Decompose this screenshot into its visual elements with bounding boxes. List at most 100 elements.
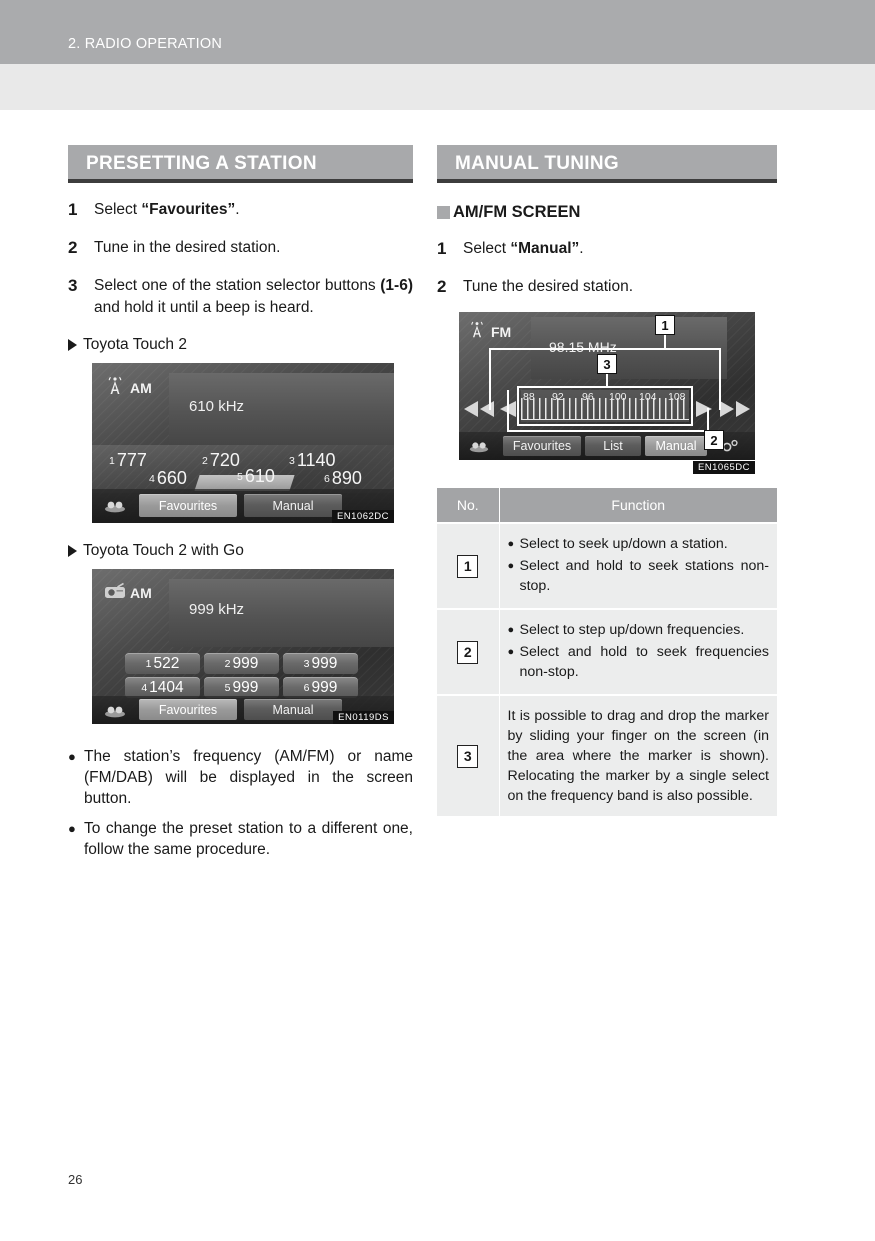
table-cell-function: It is possible to drag and drop the mark… — [499, 694, 777, 816]
step-up-arrow-icon[interactable] — [695, 400, 713, 423]
band-label: AM — [130, 585, 152, 601]
variant-label: Toyota Touch 2 — [83, 336, 187, 353]
preset-item[interactable]: 6 890 — [324, 468, 362, 489]
step-number: 3 — [68, 276, 78, 295]
tab-list[interactable]: List — [585, 436, 641, 456]
table-row: 2 ● Select to step up/down frequencies. … — [437, 608, 777, 695]
function-text: Select and hold to seek stations non-sto… — [519, 558, 770, 594]
left-column: PRESETTING A STATION 1 Select “Favourite… — [68, 145, 413, 860]
step-number: 1 — [68, 200, 78, 219]
callout-frame-2-left — [507, 390, 509, 432]
preset-button[interactable]: 5 999 — [204, 677, 279, 698]
preset-value: 999 — [311, 678, 338, 696]
page-header-band — [0, 0, 875, 64]
variant-heading-touch2-go: Toyota Touch 2 with Go — [68, 541, 413, 561]
preset-number: 5 — [224, 681, 231, 694]
preset-value: 999 — [232, 678, 259, 696]
sub-heading-amfm-screen: AM/FM SCREEN — [437, 203, 777, 222]
page-number: 26 — [68, 1172, 83, 1187]
tab-manual[interactable]: Manual — [244, 699, 342, 720]
figure-code: EN1062DC — [331, 510, 394, 523]
section-header-presetting: PRESETTING A STATION — [68, 145, 413, 183]
tab-favourites[interactable]: Favourites — [503, 436, 581, 456]
frequency-value: 98.15 MHz — [549, 339, 617, 355]
audio-source-icon[interactable] — [469, 438, 489, 453]
function-text: It is possible to drag and drop the mark… — [507, 708, 770, 804]
scale-baseline — [521, 418, 689, 420]
preset-button[interactable]: 1 522 — [125, 653, 200, 674]
square-bullet-icon — [437, 206, 450, 219]
preset-item[interactable]: 2 720 — [202, 450, 240, 471]
audio-source-icon[interactable] — [104, 702, 126, 718]
table-cell-no: 3 — [437, 694, 500, 816]
preset-number: 1 — [109, 455, 115, 467]
callout-box-1: 1 — [655, 315, 675, 335]
audio-source-icon[interactable] — [104, 497, 126, 513]
callout-frame-1-right — [719, 348, 721, 410]
frequency-band-scale[interactable]: 88 92 96 100 104 108 — [521, 390, 689, 422]
figure-code: EN1065DC — [692, 461, 755, 474]
table-row: 1 ● Select to seek up/down a station. ● … — [437, 522, 777, 609]
step-item: 1 Select “Manual”. — [437, 238, 777, 260]
bullet-icon: ● — [507, 624, 515, 636]
preset-number: 6 — [324, 473, 330, 485]
function-text: Select to step up/down frequencies. — [519, 622, 745, 638]
step-text-before: Tune the desired station. — [463, 278, 634, 295]
band-label: FM — [491, 324, 512, 340]
step-text-before: Select — [463, 240, 511, 257]
radio-icon — [104, 582, 126, 599]
step-text: Tune the desired station. — [463, 276, 777, 298]
callout-frame-2-right — [707, 408, 709, 432]
preset-item[interactable]: 4 660 — [149, 468, 187, 489]
preset-button[interactable]: 2 999 — [204, 653, 279, 674]
preset-number: 3 — [289, 455, 295, 467]
bullet-icon: ● — [507, 646, 515, 658]
step-item: 3 Select one of the station selector but… — [68, 275, 413, 319]
table-cell-no: 1 — [437, 522, 500, 609]
callout-box-3: 3 — [597, 354, 617, 374]
preset-number: 6 — [303, 681, 310, 694]
band-label: AM — [130, 380, 152, 396]
function-bullet: ● Select and hold to seek stations non-s… — [508, 556, 770, 596]
seek-up-arrow-icon[interactable] — [719, 400, 751, 423]
section-header-manual-tuning: MANUAL TUNING — [437, 145, 777, 183]
preset-button[interactable]: 6 999 — [283, 677, 358, 698]
note-item: ● The station’s frequency (AM/FM) or nam… — [68, 746, 413, 809]
triangle-bullet-icon — [68, 545, 77, 557]
callout-frame-2-bottom — [507, 430, 709, 432]
step-text-bold: (1-6) — [380, 277, 413, 294]
tab-favourites[interactable]: Favourites — [139, 699, 237, 720]
step-text: Select “Manual”. — [463, 238, 777, 260]
tab-favourites[interactable]: Favourites — [139, 494, 237, 517]
table-header-function: Function — [499, 488, 777, 523]
tab-manual[interactable]: Manual — [645, 436, 707, 456]
bullet-icon: ● — [507, 560, 515, 572]
preset-item[interactable]: 1 777 — [109, 450, 147, 471]
function-table: No. Function 1 ● Select to seek up/down … — [437, 488, 777, 816]
preset-number: 5 — [237, 471, 243, 483]
bullet-icon: ● — [68, 749, 76, 764]
table-row: 3 It is possible to drag and drop the ma… — [437, 694, 777, 816]
figure-fm-manual-tuning: FM 98.15 MHz 88 92 96 100 104 108 Favour… — [459, 312, 759, 474]
preset-value: 777 — [116, 450, 147, 470]
tab-manual[interactable]: Manual — [244, 494, 342, 517]
note-text: To change the preset station to a differ… — [84, 820, 413, 858]
step-text-bold: “Manual” — [510, 240, 580, 257]
preset-value: 999 — [232, 654, 259, 672]
section-title-text: MANUAL TUNING — [455, 153, 619, 174]
sub-heading-text: AM/FM SCREEN — [453, 203, 581, 221]
callout-frame-3-left — [517, 386, 519, 426]
step-text-before: Select one of the station selector butto… — [94, 277, 381, 294]
step-text: Tune in the desired station. — [94, 237, 413, 259]
preset-button[interactable]: 4 1404 — [125, 677, 200, 698]
step-text: Select one of the station selector butto… — [94, 275, 413, 319]
step-number: 1 — [437, 239, 447, 258]
step-item: 1 Select “Favourites”. — [68, 199, 413, 221]
preset-item[interactable]: 5 610 — [237, 466, 275, 487]
function-bullet: ● Select to seek up/down a station. — [508, 534, 770, 554]
note-text: The station’s frequency (AM/FM) or name … — [84, 748, 413, 807]
preset-button[interactable]: 3 999 — [283, 653, 358, 674]
callout-box-2: 2 — [704, 430, 724, 450]
bullet-icon: ● — [507, 538, 515, 550]
preset-value: 610 — [244, 466, 275, 486]
